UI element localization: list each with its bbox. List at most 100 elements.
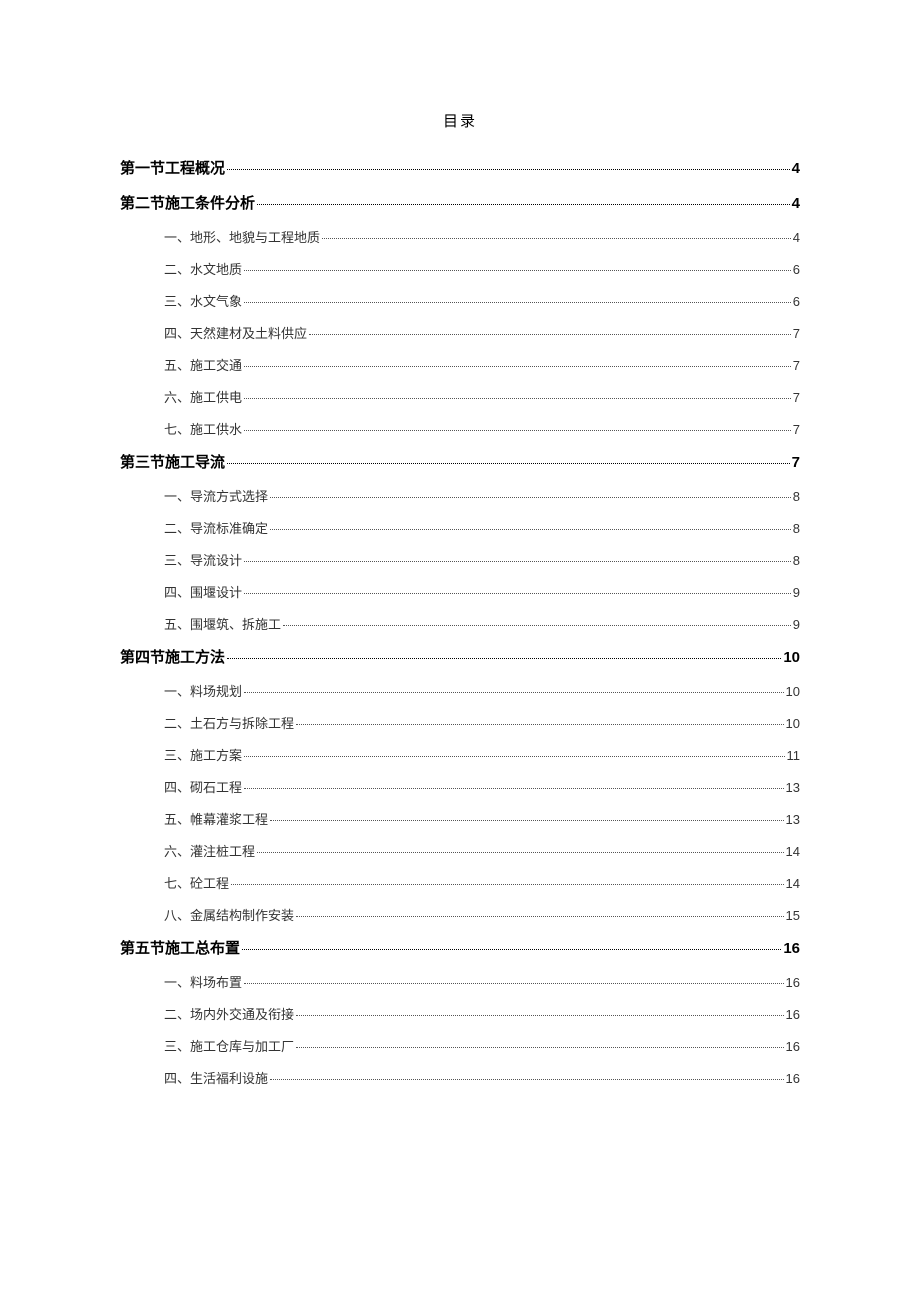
toc-page-number: 7 (792, 455, 800, 470)
toc-entry: 七、砼工程14 (120, 877, 800, 890)
toc-leader-dots (270, 820, 784, 821)
toc-page-number: 9 (793, 586, 800, 599)
toc-leader-dots (244, 756, 784, 757)
toc-leader-dots (283, 625, 791, 626)
toc-label: 六、施工供电 (164, 391, 242, 404)
toc-label: 二、导流标准确定 (164, 522, 268, 535)
toc-page-number: 15 (786, 909, 800, 922)
toc-leader-dots (257, 852, 784, 853)
toc-label: 三、水文气象 (164, 295, 242, 308)
toc-entry: 四、天然建材及土料供应 7 (120, 327, 800, 340)
toc-entry: 三、水文气象 6 (120, 295, 800, 308)
toc-entry: 二、场内外交通及衔接 16 (120, 1008, 800, 1021)
toc-leader-dots (244, 302, 791, 303)
toc-leader-dots (244, 366, 791, 367)
page-title: 目录 (120, 110, 800, 131)
toc-leader-dots (309, 334, 791, 335)
toc-page-number: 16 (786, 1008, 800, 1021)
toc-page-number: 8 (793, 554, 800, 567)
toc-page-number: 14 (786, 877, 800, 890)
toc-label: 二、土石方与拆除工程 (164, 717, 294, 730)
toc-page-number: 16 (786, 976, 800, 989)
table-of-contents: 第一节工程概况 4 第二节施工条件分析 4 一、地形、地貌与工程地质 4 二、水文地质6 三、… (120, 161, 800, 1085)
toc-page-number: 11 (787, 749, 801, 762)
toc-leader-dots (244, 398, 791, 399)
toc-label: 八、金属结构制作安装 (164, 909, 294, 922)
toc-leader-dots (244, 561, 791, 562)
toc-entry: 五、施工交通 7 (120, 359, 800, 372)
toc-page-number: 4 (793, 231, 800, 244)
toc-label: 一、导流方式选择 (164, 490, 268, 503)
toc-entry: 三、施工仓库与加工厂16 (120, 1040, 800, 1053)
toc-leader-dots (296, 1015, 784, 1016)
toc-entry: 七、施工供水7 (120, 423, 800, 436)
toc-entry: 四、生活福利设施 16 (120, 1072, 800, 1085)
toc-leader-dots (244, 692, 784, 693)
toc-page-number: 7 (793, 359, 800, 372)
toc-entry: 二、土石方与拆除工程 10 (120, 717, 800, 730)
toc-entry: 第四节施工方法 10 (120, 650, 800, 665)
toc-page-number: 4 (792, 196, 800, 211)
toc-page-number: 8 (793, 522, 800, 535)
toc-entry: 一、地形、地貌与工程地质 4 (120, 231, 800, 244)
toc-page-number: 13 (786, 781, 800, 794)
toc-entry: 五、帷幕灌浆工程13 (120, 813, 800, 826)
toc-label: 二、场内外交通及衔接 (164, 1008, 294, 1021)
toc-entry: 三、导流设计 8 (120, 554, 800, 567)
toc-page-number: 10 (786, 685, 800, 698)
toc-entry: 第五节施工总布置16 (120, 941, 800, 956)
toc-page-number: 7 (793, 327, 800, 340)
toc-entry: 二、导流标准确定 8 (120, 522, 800, 535)
toc-label: 一、料场规划 (164, 685, 242, 698)
toc-entry: 二、水文地质6 (120, 263, 800, 276)
toc-label: 六、灌注桩工程 (164, 845, 255, 858)
toc-page-number: 7 (793, 423, 800, 436)
toc-page-number: 6 (793, 295, 800, 308)
toc-label: 四、天然建材及土料供应 (164, 327, 307, 340)
toc-entry: 一、导流方式选择 8 (120, 490, 800, 503)
toc-page-number: 7 (793, 391, 800, 404)
toc-entry: 五、围堰筑、拆施工9 (120, 618, 800, 631)
toc-leader-dots (227, 463, 790, 464)
toc-label: 五、施工交通 (164, 359, 242, 372)
toc-leader-dots (270, 529, 791, 530)
toc-entry: 一、料场规划 10 (120, 685, 800, 698)
toc-label: 五、帷幕灌浆工程 (164, 813, 268, 826)
toc-label: 四、围堰设计 (164, 586, 242, 599)
toc-leader-dots (244, 430, 791, 431)
toc-entry: 四、围堰设计 9 (120, 586, 800, 599)
toc-leader-dots (244, 270, 791, 271)
toc-leader-dots (270, 1079, 784, 1080)
toc-page-number: 10 (783, 650, 800, 665)
toc-label: 第一节工程概况 (120, 161, 225, 176)
toc-label: 一、地形、地貌与工程地质 (164, 231, 320, 244)
toc-label: 第二节施工条件分析 (120, 196, 255, 211)
toc-page-number: 4 (792, 161, 800, 176)
toc-entry: 第三节施工导流 7 (120, 455, 800, 470)
toc-page-number: 10 (786, 717, 800, 730)
toc-leader-dots (244, 593, 791, 594)
toc-leader-dots (270, 497, 791, 498)
toc-page-number: 6 (793, 263, 800, 276)
toc-entry: 八、金属结构制作安装 15 (120, 909, 800, 922)
toc-leader-dots (242, 949, 781, 950)
toc-page-number: 16 (786, 1072, 800, 1085)
toc-label: 四、生活福利设施 (164, 1072, 268, 1085)
toc-page-number: 9 (793, 618, 800, 631)
toc-label: 第四节施工方法 (120, 650, 225, 665)
toc-leader-dots (244, 788, 784, 789)
toc-page-number: 14 (786, 845, 800, 858)
toc-page-number: 8 (793, 490, 800, 503)
toc-label: 第三节施工导流 (120, 455, 225, 470)
toc-entry: 六、施工供电 7 (120, 391, 800, 404)
toc-label: 三、施工仓库与加工厂 (164, 1040, 294, 1053)
toc-label: 三、导流设计 (164, 554, 242, 567)
toc-leader-dots (227, 169, 790, 170)
toc-label: 第五节施工总布置 (120, 941, 240, 956)
toc-label: 四、砌石工程 (164, 781, 242, 794)
toc-leader-dots (296, 1047, 784, 1048)
toc-entry: 一、料场布置16 (120, 976, 800, 989)
toc-entry: 六、灌注桩工程 14 (120, 845, 800, 858)
toc-leader-dots (257, 204, 790, 205)
toc-leader-dots (296, 724, 784, 725)
